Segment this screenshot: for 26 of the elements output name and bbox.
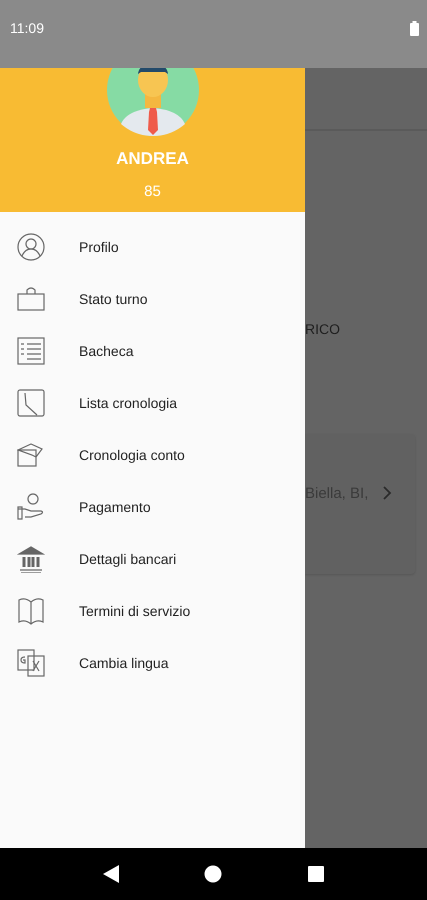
menu-item[interactable]: Cambia lingua	[0, 637, 305, 689]
hand-coin-icon	[17, 493, 45, 521]
menu-item[interactable]: Bacheca	[0, 325, 305, 377]
menu-item[interactable]: Dettagli bancari	[0, 533, 305, 585]
user-points: 85	[144, 183, 161, 200]
menu-item[interactable]: Pagamento	[0, 481, 305, 533]
menu-item[interactable]: Lista cronologia	[0, 377, 305, 429]
book-icon	[17, 597, 45, 625]
menu-item[interactable]: Profilo	[0, 221, 305, 273]
menu-item[interactable]: Termini di servizio	[0, 585, 305, 637]
bag-icon	[17, 285, 45, 313]
battery-icon	[410, 20, 419, 36]
menu-item[interactable]: Cronologia conto	[0, 429, 305, 481]
back-icon[interactable]	[102, 865, 119, 883]
recents-icon[interactable]	[308, 866, 324, 882]
chevron-right-icon	[382, 485, 392, 501]
menu-item[interactable]: Stato turno	[0, 273, 305, 325]
home-icon[interactable]	[204, 865, 222, 883]
bank-icon	[17, 545, 45, 573]
list-icon	[17, 337, 45, 365]
background-text: RICO	[305, 321, 341, 337]
user-name: ANDREA	[116, 149, 189, 169]
translate-icon	[17, 649, 45, 677]
status-time: 11:09	[10, 20, 44, 36]
person-circle-icon	[17, 233, 45, 261]
clock-icon	[17, 389, 45, 417]
